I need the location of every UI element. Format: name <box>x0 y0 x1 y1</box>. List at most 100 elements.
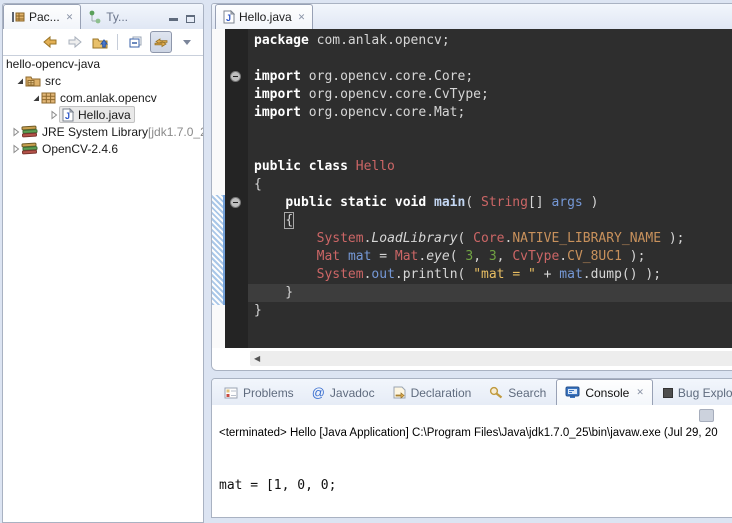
type-hierarchy-icon <box>88 10 102 24</box>
code-token-pl: , <box>497 249 513 264</box>
code-line[interactable]: public static void main( String[] args ) <box>254 194 732 212</box>
minimize-icon[interactable] <box>169 18 178 21</box>
scroll-left-icon[interactable]: ◀ <box>250 354 260 363</box>
fold-collapse-icon[interactable] <box>230 197 241 208</box>
horizontal-scrollbar[interactable]: ◀ <box>250 351 732 366</box>
tab-declaration[interactable]: Declaration <box>385 380 480 405</box>
code-token-cls: Mat <box>317 249 340 264</box>
tab-hello-java[interactable]: J Hello.java ✕ <box>215 4 313 29</box>
tab-problems[interactable]: Problems <box>216 380 302 405</box>
code-token-const: NATIVE_LIBRARY_NAME <box>512 231 661 246</box>
close-icon[interactable]: ✕ <box>64 12 74 23</box>
code-token-cls: CvType <box>512 249 559 264</box>
code-line[interactable]: } <box>254 302 732 320</box>
code-line[interactable]: System.LoadLibrary( Core.NATIVE_LIBRARY_… <box>254 230 732 248</box>
tab-package-explorer[interactable]: Pac... ✕ <box>3 4 81 29</box>
expanded-triangle-icon[interactable] <box>31 94 41 102</box>
up-folder-icon[interactable] <box>90 32 110 52</box>
expanded-triangle-icon[interactable] <box>15 77 25 85</box>
editor-footer: ◀ <box>212 348 732 370</box>
code-token-num: 3 <box>465 249 473 264</box>
javadoc-at-icon: @ <box>312 385 325 400</box>
project-tree: hello-opencv-java src <box>3 56 203 157</box>
close-icon[interactable]: ✕ <box>634 387 644 398</box>
code-token-kw: import <box>254 69 301 84</box>
tree-item-src[interactable]: src <box>3 72 203 89</box>
close-icon[interactable]: ✕ <box>296 12 306 23</box>
code-line[interactable] <box>254 140 732 158</box>
code-token-pl: + <box>536 267 559 282</box>
console-toolbar <box>212 405 732 425</box>
code-token-cls: Core <box>473 231 504 246</box>
code-token-pl <box>254 231 317 246</box>
code-line[interactable]: import org.opencv.core.CvType; <box>254 86 732 104</box>
tab-label: Javadoc <box>330 386 375 400</box>
code-token-cls: Mat <box>395 249 418 264</box>
selected-item-highlight: J Hello.java <box>59 106 135 123</box>
tree-item-jre-library[interactable]: JRE System Library [jdk1.7.0_25] <box>3 123 203 140</box>
code-token-pl: ); <box>661 231 684 246</box>
tab-console[interactable]: Console ✕ <box>556 379 653 405</box>
code-token-kw: public class <box>254 159 356 174</box>
forward-arrow-icon[interactable] <box>65 32 85 52</box>
tab-type-hierarchy[interactable]: Ty... <box>81 5 135 29</box>
code-line[interactable]: Mat mat = Mat.eye( 3, 3, CvType.CV_8UC1 … <box>254 248 732 266</box>
code-line[interactable] <box>254 122 732 140</box>
code-token-pl: .println( <box>395 267 473 282</box>
code-token-str: "mat = " <box>473 267 536 282</box>
problems-icon <box>224 387 238 399</box>
code-line[interactable]: System.out.println( "mat = " + mat.dump(… <box>254 266 732 284</box>
tree-item-decoration: [jdk1.7.0_25] <box>148 125 204 139</box>
view-menu-icon[interactable] <box>177 32 197 52</box>
code-token-kw: import <box>254 105 301 120</box>
tab-label: Bug Explorer <box>678 386 732 400</box>
back-arrow-icon[interactable] <box>40 32 60 52</box>
console-toolbar-icon[interactable] <box>699 409 714 422</box>
tab-search[interactable]: Search <box>481 380 554 405</box>
code-editor[interactable]: package com.anlak.opencv; import org.ope… <box>248 29 732 348</box>
code-line[interactable]: import org.opencv.core.Core; <box>254 68 732 86</box>
code-line[interactable]: public class Hello <box>254 158 732 176</box>
tree-item-package[interactable]: com.anlak.opencv <box>3 89 203 106</box>
collapsed-triangle-icon[interactable] <box>11 127 21 137</box>
editor-vertical-ruler[interactable] <box>212 29 225 348</box>
code-line[interactable] <box>254 50 732 68</box>
console-tabbar: Problems @ Javadoc Declaration Search <box>212 379 732 405</box>
tab-bug-explorer[interactable]: Bug Explorer <box>655 380 732 405</box>
tree-item-label: OpenCV-2.4.6 <box>42 142 118 156</box>
tree-item-opencv-library[interactable]: OpenCV-2.4.6 <box>3 140 203 157</box>
left-panel-tabbar: Pac... ✕ Ty... <box>3 4 203 29</box>
tab-javadoc[interactable]: @ Javadoc <box>304 380 383 405</box>
package-icon <box>41 92 56 104</box>
code-token-pl: org.opencv.core.Core; <box>301 69 473 84</box>
tree-item-hello-java[interactable]: J Hello.java <box>3 106 203 123</box>
code-token-pl: .dump() ); <box>583 267 661 282</box>
tab-label: Problems <box>243 386 294 400</box>
code-line[interactable]: import org.opencv.core.Mat; <box>254 104 732 122</box>
console-panel: Problems @ Javadoc Declaration Search <box>211 378 732 518</box>
collapsed-triangle-icon[interactable] <box>11 144 21 154</box>
code-token-mdecl: main <box>434 195 465 210</box>
code-line[interactable]: package com.anlak.opencv; <box>254 32 732 50</box>
console-output[interactable]: mat = [1, 0, 0; 0, 1, 0; 0, 0, 1] <box>212 439 732 518</box>
fold-collapse-icon[interactable] <box>230 71 241 82</box>
toolbar-separator <box>117 34 118 50</box>
code-line[interactable]: { <box>254 212 732 230</box>
collapse-all-icon[interactable] <box>125 32 145 52</box>
code-token-pl <box>254 213 285 228</box>
tree-item-label: JRE System Library <box>42 125 148 139</box>
java-file-icon: J <box>223 10 235 24</box>
method-range-indicator <box>212 195 225 305</box>
editor-tabbar: J Hello.java ✕ <box>212 4 732 30</box>
link-with-editor-icon[interactable] <box>150 31 172 53</box>
tree-item-project[interactable]: hello-opencv-java <box>3 55 203 72</box>
code-line[interactable]: } <box>254 284 732 302</box>
code-line[interactable]: { <box>254 176 732 194</box>
collapsed-triangle-icon[interactable] <box>49 110 59 120</box>
maximize-icon[interactable] <box>186 15 195 23</box>
code-token-pl: } <box>254 303 262 318</box>
code-token-var: mat <box>348 249 371 264</box>
code-token-pl: ); <box>622 249 645 264</box>
code-token-cls: String <box>481 195 528 210</box>
editor-fold-gutter[interactable] <box>225 29 248 348</box>
